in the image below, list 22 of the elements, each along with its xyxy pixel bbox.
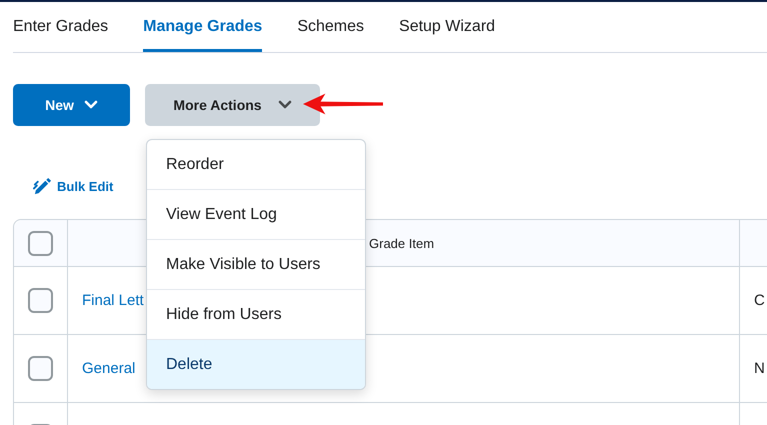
checkbox[interactable] — [28, 356, 53, 381]
menu-item[interactable]: Delete — [147, 339, 365, 389]
column-header: Grade Item — [369, 236, 434, 250]
pencil-icon — [33, 176, 52, 196]
chevron-down-icon — [278, 100, 292, 110]
grade-item-link[interactable]: Final Lett — [82, 292, 144, 309]
new-button[interactable]: New — [13, 84, 130, 126]
tab[interactable]: Schemes — [297, 2, 364, 52]
checkbox[interactable] — [28, 288, 53, 313]
grade-item-link[interactable]: General — [82, 360, 136, 377]
table-cell: N — [754, 360, 765, 377]
menu-item[interactable]: Reorder — [147, 140, 365, 189]
tab[interactable]: Enter Grades — [13, 2, 108, 52]
chevron-down-icon — [84, 100, 98, 110]
more-actions-button[interactable]: More Actions — [145, 84, 320, 126]
table-cell: C — [754, 292, 765, 309]
bulk-edit-link[interactable]: Bulk Edit — [33, 176, 114, 196]
menu-item[interactable]: Make Visible to Users — [147, 239, 365, 289]
checkbox[interactable] — [28, 230, 53, 256]
tab[interactable]: Manage Grades — [143, 2, 262, 52]
tab[interactable]: Setup Wizard — [399, 2, 496, 52]
menu-item[interactable]: View Event Log — [147, 189, 365, 239]
